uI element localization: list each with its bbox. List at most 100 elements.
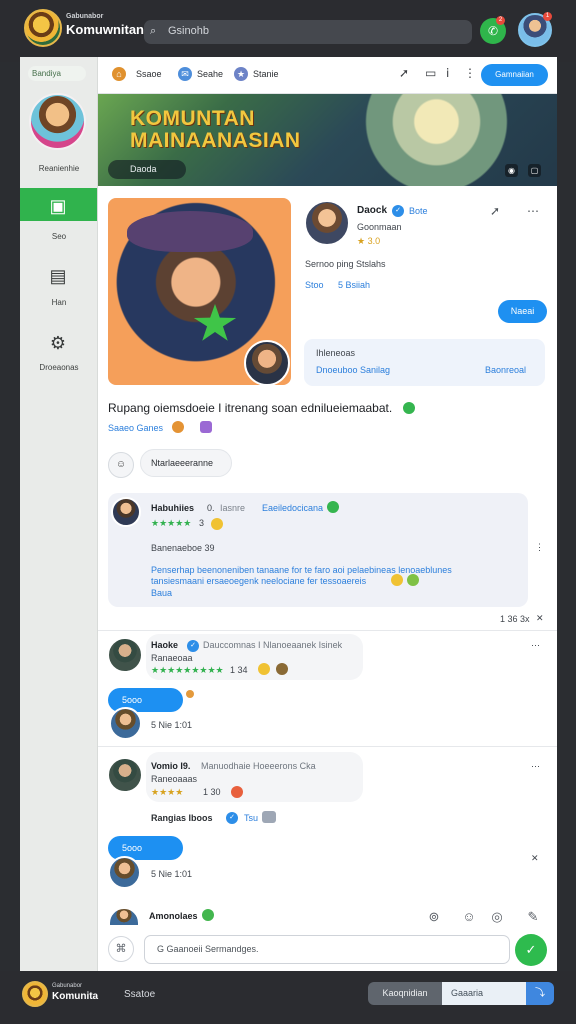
reply-2-avatar[interactable] [108, 856, 141, 889]
footer-segment-button[interactable]: Kaoqnidian [368, 982, 442, 1005]
gallery-icon[interactable]: ⌘ [108, 936, 134, 962]
comment-status-icon [327, 501, 339, 513]
send-button[interactable]: ✓ [515, 934, 547, 966]
message-input[interactable]: G Gaanoeii Sermandges. [144, 935, 510, 964]
comment-2-close-icon[interactable]: ✕ [531, 853, 539, 864]
comment-2-avatar[interactable] [107, 757, 143, 793]
sticker-icon[interactable]: ◎ [489, 909, 505, 925]
attachment-icon[interactable]: ⊚ [426, 909, 442, 925]
reply-1-avatar[interactable] [109, 707, 142, 740]
comment-1-author[interactable]: Haoke [151, 640, 178, 650]
tab-2[interactable]: Seahe [197, 69, 223, 79]
footer-logo[interactable] [22, 981, 48, 1007]
author-role: Bote [409, 206, 428, 216]
comment-time: 0. [207, 503, 215, 513]
edit-icon[interactable]: ✎ [525, 909, 541, 925]
settings-icon[interactable]: ⚙ [46, 331, 70, 355]
comment-2-author[interactable]: Vomio I9. [151, 761, 190, 771]
laugh-icon [391, 574, 403, 586]
banner-chip-2[interactable]: ▢ [528, 164, 541, 177]
footer-search-input[interactable]: Gaaaria [442, 982, 526, 1005]
post-more-icon[interactable]: ⋯ [527, 204, 539, 218]
comment-foot-count: 1 36 3x [500, 614, 530, 624]
sidebar-status-pill[interactable]: Bandiya [28, 66, 86, 81]
comment-1-more-icon[interactable]: ⋯ [531, 640, 540, 651]
image-icon [262, 811, 276, 823]
comment-1-sub: Ranaeoaa [151, 653, 193, 663]
post-meta-right: 5 Bsiiah [338, 280, 371, 290]
search-input[interactable]: Gsinohb [168, 25, 209, 37]
share-icon[interactable]: ➚ [399, 66, 409, 80]
comment-1-count: 1 34 [230, 665, 248, 675]
post-badge-text: Sernoo ping Stslahs [305, 259, 386, 269]
author-avatar[interactable] [304, 200, 350, 246]
app-brand-small: Gabunabor [66, 13, 104, 20]
search-icon: ⌕ [150, 25, 157, 37]
comment-2-meta: Manuodhaie Hoeeerons Cka [201, 761, 316, 771]
emoji-picker-icon[interactable]: ☺ [461, 909, 477, 925]
comment-1-avatar[interactable] [107, 637, 143, 673]
footer-action-button[interactable]: ⤵ [526, 982, 554, 1005]
footer-middle-text: Ssatoe [124, 989, 156, 1000]
star-icon[interactable]: ★ [234, 67, 248, 81]
active-user-name: Amonolaes [149, 911, 198, 921]
home-icon[interactable]: ⌂ [112, 67, 126, 81]
author-subtitle: Goonmaan [357, 222, 402, 232]
app-logo[interactable] [24, 9, 62, 47]
comment-stars: ★★★★★ [151, 518, 192, 528]
footer-brand-small: Gabunabor [52, 983, 83, 989]
author-mini-avatar[interactable] [244, 340, 290, 386]
comment-menu-icon[interactable]: ⋮ [535, 542, 544, 553]
hat-illustration [127, 211, 253, 252]
comment-link[interactable]: Eaeiledocicana [262, 503, 323, 513]
more-icon[interactable]: ⋮ [464, 66, 476, 80]
comment-avatar[interactable] [111, 497, 141, 527]
happy-icon [258, 663, 270, 675]
follow-button[interactable]: Naeai [498, 300, 547, 323]
community-icon[interactable]: ▣ [46, 194, 70, 218]
divider-1 [98, 630, 557, 631]
info-left[interactable]: Dnoeuboo Sanilag [316, 365, 390, 375]
sidebar-item-label-1: Seo [51, 232, 67, 241]
phone-badge: 2 [496, 16, 505, 25]
active-status-icon [202, 909, 214, 921]
tab-1[interactable]: Ssaoe [136, 69, 162, 79]
sidebar-profile-label: Reanienhie [38, 164, 80, 173]
comment-subheading: Banenaeboe 39 [151, 543, 215, 553]
comment-body-line-2: tansiesmaani ersaeoegenk neelociane fer … [151, 576, 367, 586]
banner-title-line-1: KOMUNTAN [130, 107, 255, 130]
banner-action-pill[interactable]: Daoda [108, 160, 186, 179]
comment-author[interactable]: Habuhiies [151, 503, 194, 513]
reaction-pill[interactable]: Ntarlaeeeranne [140, 449, 232, 477]
post-info-box [304, 339, 545, 386]
author-name[interactable]: Daock [357, 205, 387, 216]
message-icon[interactable]: ▭ [425, 66, 436, 80]
comment-close-icon[interactable]: ✕ [536, 613, 544, 624]
comment-body-line-1: Penserhap beenoneniben tanaane for te fa… [151, 565, 452, 575]
banner-chip-1[interactable]: ◉ [505, 164, 518, 177]
info-right[interactable]: Baonreoal [485, 365, 526, 375]
join-button[interactable]: Gamnaiian [481, 64, 548, 86]
post-caption: Rupang oiemsdoeie I itrenang soan ednilu… [108, 401, 393, 415]
verified-icon: ✓ [187, 640, 199, 652]
sidebar-profile-avatar[interactable] [29, 93, 86, 150]
post-meta-left: Stoo [305, 280, 324, 290]
sidebar-item-label-2: Han [51, 298, 67, 307]
chat-icon[interactable]: ✉ [178, 67, 192, 81]
comment-2-more-icon[interactable]: ⋯ [531, 761, 540, 772]
reply-dot-icon [186, 690, 194, 698]
app-title: Komuwnitan [66, 22, 144, 37]
tab-3[interactable]: Stanie [253, 69, 279, 79]
info-title: Ihleneoas [316, 348, 356, 358]
avatar-badge: 1 [543, 12, 552, 21]
post-tag[interactable]: Saaeo Ganes [108, 423, 163, 433]
footer-brand-title: Komunita [52, 991, 99, 1002]
banner-title-line-2: MAINAANASIAN [130, 129, 301, 152]
emoji-icon [172, 421, 184, 433]
info-icon[interactable]: ⅰ [446, 66, 449, 80]
reaction-icon[interactable]: ☺ [108, 452, 134, 478]
comment-1-stars: ★★★★★★★★★ [151, 665, 224, 675]
document-icon[interactable]: ▤ [46, 264, 70, 288]
share-post-icon[interactable]: ➚ [490, 204, 500, 218]
comment-1-reply-meta: 5 Nie 1:01 [151, 720, 193, 730]
